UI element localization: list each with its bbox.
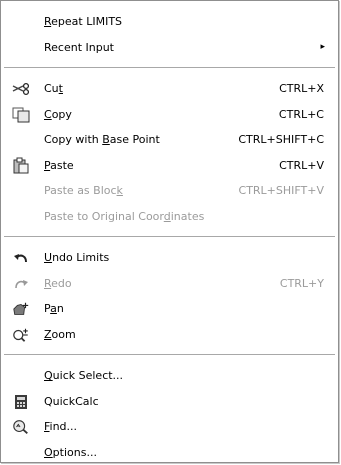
label-text: ind... — [49, 420, 78, 433]
access-key: O — [44, 445, 53, 459]
access-key: d — [163, 209, 171, 223]
menu-item-pan[interactable]: Pan — [1, 296, 338, 322]
menu-item-label: Find... — [44, 414, 77, 440]
scissors-icon — [12, 81, 30, 97]
access-key: B — [102, 133, 110, 146]
paste-icon — [12, 157, 30, 174]
label-text: aste — [50, 158, 74, 172]
label-text: oom — [51, 327, 76, 341]
menu-item-paste-to-original: Paste to Original Coordinates — [1, 204, 338, 230]
shortcut-text: CTRL+SHIFT+V — [238, 184, 324, 197]
label-text: epeat LIMITS — [51, 15, 123, 28]
shortcut-text: CTRL+V — [279, 158, 324, 172]
menu-item-label: Paste as Block — [44, 178, 123, 204]
menu-separator — [4, 354, 335, 355]
label-text: n — [56, 302, 64, 315]
label-text: Paste to Original Coor — [44, 209, 164, 223]
label-text: opy — [51, 107, 72, 121]
access-key: Q — [44, 369, 53, 382]
menu-item-copy[interactable]: Copy CTRL+C — [1, 102, 338, 128]
label-text: Recent Input — [44, 40, 114, 54]
menu-item-label: Paste to Original Coordinates — [44, 204, 204, 230]
menu-item-label: Recent Input — [44, 35, 114, 61]
menu-separator — [4, 236, 335, 237]
pan-icon — [12, 301, 30, 317]
label-text: Copy with — [44, 133, 103, 146]
menu-item-paste-as-block: Paste as Block CTRL+SHIFT+V — [1, 178, 338, 204]
menu-separator — [4, 67, 335, 68]
menu-item-cut[interactable]: Cut CTRL+X — [1, 76, 338, 102]
menu-item-label: Pan — [44, 296, 64, 322]
shortcut-text: CTRL+C — [278, 107, 324, 121]
menu-item-label: Options... — [44, 440, 97, 465]
menu-item-label: Copy — [44, 102, 72, 128]
submenu-arrow-icon: ▸ — [320, 41, 325, 52]
menu-item-repeat-limits[interactable]: Repeat LIMITS — [1, 9, 338, 35]
find-icon — [12, 419, 30, 435]
access-key: k — [116, 184, 123, 197]
label-text: edo — [51, 276, 72, 290]
shortcut-text: CTRL+X — [279, 82, 324, 95]
label-text: inates — [170, 209, 205, 223]
menu-item-quickcalc[interactable]: QuickCalc — [1, 389, 338, 415]
calculator-icon — [12, 394, 30, 410]
menu-item-label: QuickCalc — [44, 389, 99, 415]
access-key: t — [58, 82, 63, 95]
menu-item-label: Cut — [44, 76, 63, 102]
access-key: C — [44, 107, 52, 121]
redo-icon — [12, 276, 30, 292]
label-text: uick Select... — [52, 369, 124, 382]
label-text: Paste as Bloc — [44, 184, 117, 197]
menu-item-zoom[interactable]: Zoom — [1, 322, 338, 348]
zoom-icon — [12, 327, 30, 343]
menu-item-find[interactable]: Find... — [1, 414, 338, 440]
menu-item-recent-input[interactable]: Recent Input ▸ — [1, 35, 338, 61]
label-text: QuickCalc — [44, 394, 99, 408]
copy-icon — [12, 107, 30, 123]
label-text: ndo Limits — [52, 251, 110, 264]
access-key: a — [50, 302, 57, 315]
menu-item-label: Copy with Base Point — [44, 127, 160, 153]
menu-item-redo: Redo CTRL+Y — [1, 271, 338, 297]
context-menu: Repeat LIMITS Recent Input ▸ Cut CTRL+X Copy C… — [0, 0, 339, 463]
menu-item-label: Repeat LIMITS — [44, 9, 122, 35]
menu-item-undo-limits[interactable]: Undo Limits — [1, 245, 338, 271]
menu-item-label: Zoom — [44, 322, 76, 348]
access-key: Z — [44, 327, 52, 341]
menu-item-options[interactable]: Options... — [1, 440, 338, 465]
access-key: U — [44, 251, 53, 264]
label-text: ase Point — [109, 133, 160, 146]
menu-item-copy-with-base-point[interactable]: Copy with Base Point CTRL+SHIFT+C — [1, 127, 338, 153]
menu-item-label: Undo Limits — [44, 245, 109, 271]
menu-item-paste[interactable]: Paste CTRL+V — [1, 153, 338, 179]
shortcut-text: CTRL+Y — [279, 276, 324, 290]
label-text: ptions... — [52, 445, 97, 459]
shortcut-text: CTRL+SHIFT+C — [238, 133, 324, 146]
menu-item-label: Redo — [44, 271, 72, 297]
undo-icon — [12, 250, 30, 266]
menu-item-quick-select[interactable]: Quick Select... — [1, 363, 338, 389]
menu-item-label: Quick Select... — [44, 363, 123, 389]
menu-item-label: Paste — [44, 153, 74, 179]
label-text: Cu — [44, 82, 59, 95]
